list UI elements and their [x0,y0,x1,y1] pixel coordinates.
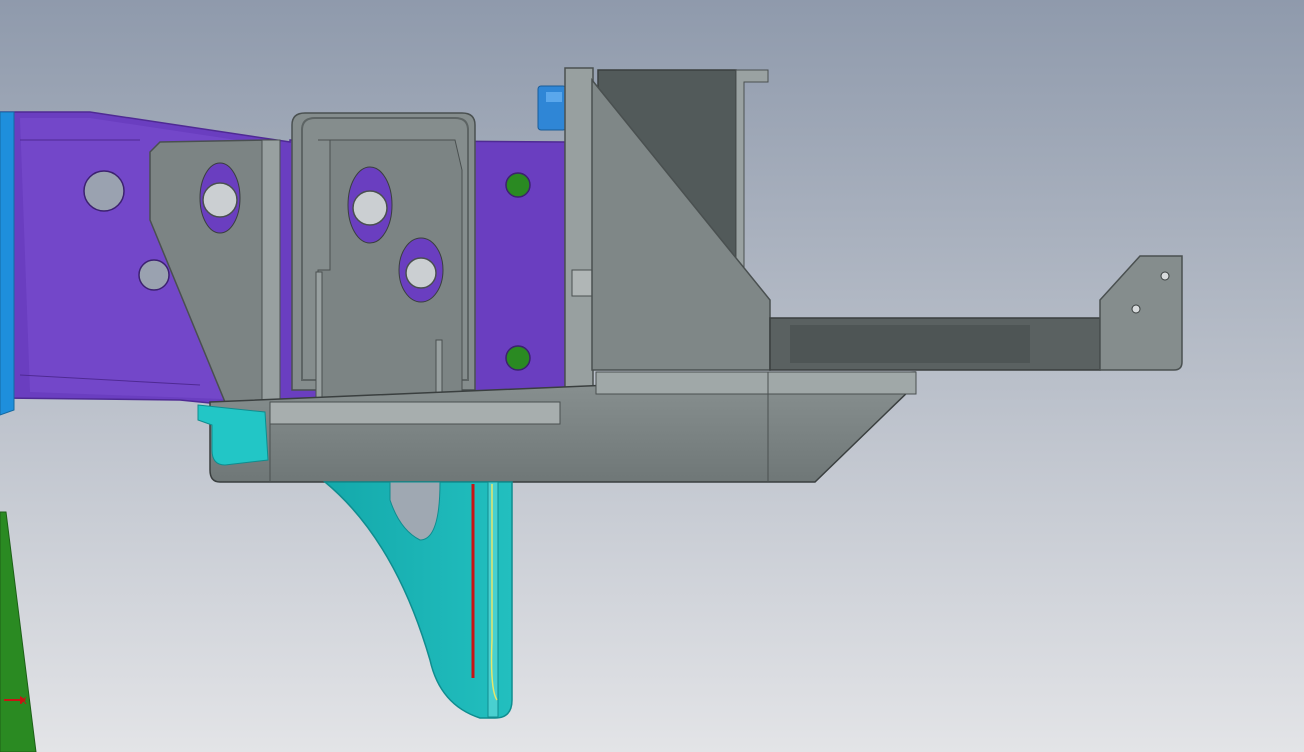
purple-frame-rail [0,111,566,413]
bolt-hole [352,190,388,226]
mount-hole [1160,271,1170,281]
model-canvas[interactable]: X [0,0,1304,752]
frame-hole [83,170,125,212]
bolt-hole [202,182,238,218]
blue-bolt-hardware [537,85,567,131]
blue-frame-end [0,111,15,416]
frame-hole [138,259,170,291]
mount-hole [1131,304,1141,314]
cad-viewport[interactable]: X [0,0,1304,752]
bolt-hole [405,257,437,289]
triad-x-label: X [20,696,27,707]
upper-mount-box [591,69,771,371]
right-vertical-plate [564,67,594,415]
frame-hole [505,172,531,198]
frame-hole [505,345,531,371]
